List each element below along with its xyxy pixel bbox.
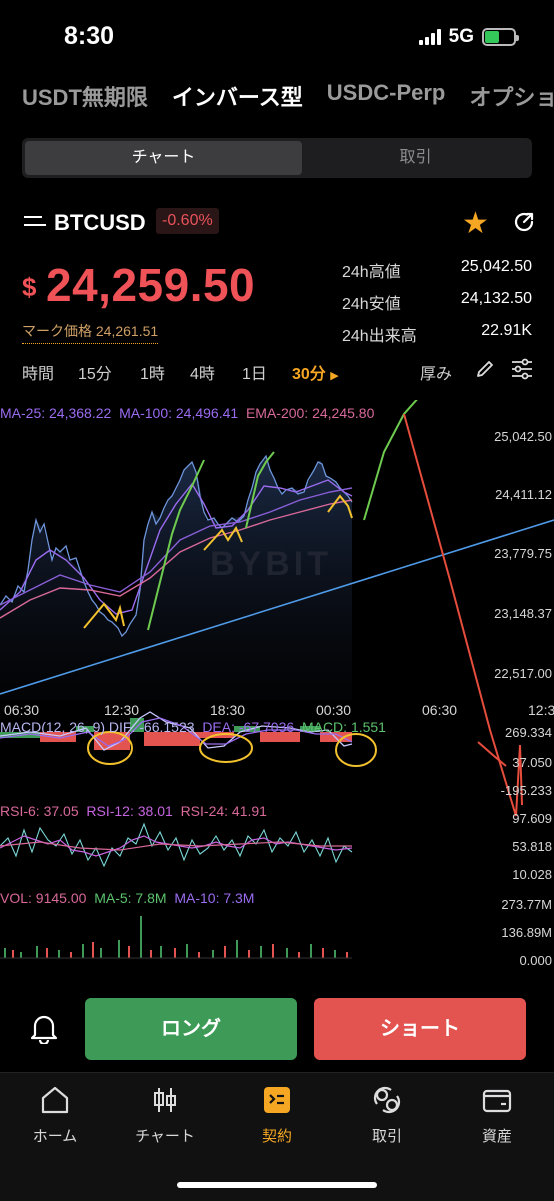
stat-low-label: 24h安値 [342, 296, 401, 313]
currency-symbol: $ [22, 272, 37, 302]
rsi24-label: RSI-24: 41.91 [180, 803, 267, 819]
rsi-axis-label: 97.609 [512, 811, 552, 826]
macd-value-label: MACD: 1.551 [301, 719, 386, 735]
symbol-menu-icon[interactable] [24, 216, 46, 232]
tab-trade-label: 取引 [371, 1128, 402, 1145]
last-price: 24,259.50 [46, 259, 256, 311]
contract-icon [264, 1087, 290, 1113]
time-axis-label: 18:30 [210, 702, 246, 718]
rsi-legend: RSI-6: 37.05 RSI-12: 38.01 RSI-24: 41.91 [0, 803, 267, 819]
price-axis-label: 25,042.50 [494, 429, 552, 444]
tab-chart[interactable]: チャート [120, 1083, 210, 1146]
price-axis-label: 23,779.75 [494, 546, 552, 561]
tab-home[interactable]: ホーム [10, 1083, 100, 1146]
draw-pen-icon[interactable] [474, 358, 496, 380]
annotation-yellow [335, 733, 377, 767]
tab-trade[interactable]: 取引 [342, 1083, 432, 1146]
tab-inverse[interactable]: インバース型 [172, 80, 303, 112]
symbol-name[interactable]: BTCUSD [54, 210, 146, 236]
macd-dea-label: DEA: -67.7036 [202, 719, 295, 735]
vol-axis-label: 0.000 [519, 953, 552, 968]
trade-icon [373, 1086, 401, 1114]
price-axis-label: 24,411.12 [495, 487, 552, 502]
tf-4h[interactable]: 4時 [190, 360, 215, 384]
view-segmented-control: チャート 取引 [22, 138, 532, 178]
change-badge: -0.60% [156, 208, 219, 234]
tab-assets-label: 資産 [481, 1128, 512, 1145]
share-icon[interactable] [512, 210, 536, 234]
home-indicator [177, 1182, 377, 1188]
stat-volume-value: 22.91K [481, 322, 532, 339]
mark-price-label: マーク価格 [22, 323, 92, 339]
volume-bars-down [12, 942, 348, 958]
tf-more-icon: ▶ [330, 370, 339, 382]
segment-chart[interactable]: チャート [25, 141, 302, 175]
time-axis-label: 06:30 [4, 702, 40, 718]
time-axis-label: 06:30 [422, 702, 458, 718]
price-axis-label: 22,517.00 [494, 666, 552, 681]
bell-icon[interactable] [30, 1012, 58, 1044]
rsi-axis-label: 53.818 [512, 839, 552, 854]
favorite-star-icon[interactable]: ★ [462, 206, 489, 241]
time-axis-label: 00:30 [316, 702, 352, 718]
macd-axis-label: 269.334 [505, 725, 552, 740]
wallet-icon [482, 1089, 512, 1113]
vol-label: VOL: 9145.00 [0, 890, 87, 906]
tab-assets[interactable]: 資産 [452, 1083, 542, 1146]
tab-contract[interactable]: 契約 [232, 1083, 322, 1146]
vol-axis-label: 136.89M [501, 925, 552, 940]
macd-axis-label: 37.050 [512, 755, 552, 770]
stat-high-label: 24h高値 [342, 264, 401, 281]
rsi12-label: RSI-12: 38.01 [86, 803, 173, 819]
rsi6-label: RSI-6: 37.05 [0, 803, 79, 819]
rsi-axis-label: 10.028 [512, 867, 552, 882]
depth-tab[interactable]: 厚み [420, 360, 452, 384]
segment-trade[interactable]: 取引 [302, 141, 529, 175]
mark-price[interactable]: マーク価格 24,261.51 [22, 321, 159, 344]
tf-1d[interactable]: 1日 [242, 360, 267, 384]
indicator-settings-icon[interactable] [510, 358, 534, 380]
battery-icon [482, 28, 519, 46]
tab-chart-label: チャート [135, 1128, 195, 1145]
status-time: 8:30 [64, 22, 115, 50]
macd-dif-label: MACD(12, 26, 9) DIF: -66.1523 [0, 719, 195, 735]
time-axis-label: 12:3 [528, 702, 554, 718]
macd-axis-label: -195.233 [500, 783, 552, 798]
stat-volume-label: 24h出来高 [342, 328, 417, 345]
macd-legend: MACD(12, 26, 9) DIF: -66.1523 DEA: -67.7… [0, 719, 386, 735]
vol-axis-label: 273.77M [501, 897, 552, 912]
tf-30m-label: 30分 [292, 366, 326, 383]
tab-usdc-perp[interactable]: USDC-Perp [327, 80, 446, 112]
long-button[interactable]: ロング [85, 998, 297, 1060]
signal-icon [418, 29, 441, 45]
volume-legend: VOL: 9145.00 MA-5: 7.8M MA-10: 7.3M [0, 890, 254, 906]
vol-ma5-label: MA-5: 7.8M [94, 890, 167, 906]
stat-high-value: 25,042.50 [460, 258, 532, 275]
home-icon [41, 1086, 69, 1114]
mark-price-value: 24,261.51 [95, 323, 159, 339]
tab-options[interactable]: オプショ [469, 80, 554, 112]
short-button[interactable]: ショート [314, 998, 526, 1060]
candlestick-icon [154, 1088, 176, 1112]
annotation-red [477, 741, 507, 767]
time-axis-label: 12:30 [104, 702, 140, 718]
tf-15m[interactable]: 15分 [78, 360, 112, 384]
status-indicators: 5G [418, 26, 519, 48]
tf-1h[interactable]: 1時 [140, 360, 165, 384]
stat-low-value: 24,132.50 [460, 290, 532, 307]
tab-home-label: ホーム [32, 1128, 78, 1145]
vol-ma10-label: MA-10: 7.3M [174, 890, 255, 906]
tab-contract-label: 契約 [261, 1128, 292, 1145]
market-tabs: USDT無期限 インバース型 USDC-Perp オプショ [22, 80, 554, 112]
volume-bars [4, 916, 336, 958]
network-label: 5G [448, 26, 474, 47]
tf-time[interactable]: 時間 [22, 360, 54, 384]
price-axis-label: 23,148.37 [494, 606, 552, 621]
tab-usdt-perpetual[interactable]: USDT無期限 [22, 80, 148, 112]
tf-30m[interactable]: 30分 ▶ [292, 360, 339, 384]
bybit-watermark: BYBIT [210, 545, 332, 583]
annotation-green [363, 400, 418, 521]
